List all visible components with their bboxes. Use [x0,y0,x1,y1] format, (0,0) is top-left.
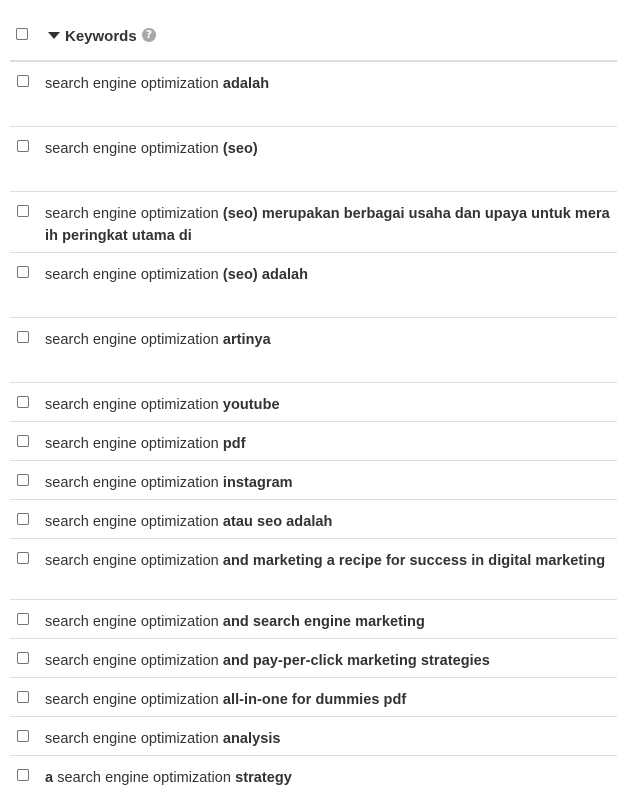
keyword-prefix: search engine optimization [53,770,236,786]
keyword-list: search engine optimization adalah search … [10,62,617,795]
keyword-row[interactable]: search engine optimization all-in-one fo… [10,678,617,717]
keyword-suffix-bold: (seo) [222,141,258,157]
keyword-suffix-bold: youtube [222,397,280,413]
keyword-prefix: search engine optimization [45,267,223,283]
keyword-checkbox[interactable] [17,331,29,343]
keyword-suffix-bold: and pay-per-click marketing strategies [222,653,490,669]
keyword-row[interactable]: search engine optimization youtube [10,383,617,422]
keyword-text: search engine optimization youtube [45,394,613,416]
keyword-prefix: search engine optimization [45,206,223,222]
keyword-checkbox[interactable] [17,769,29,781]
keyword-row[interactable]: search engine optimization (seo) merupak… [10,192,617,253]
keyword-text: search engine optimization all-in-one fo… [45,689,613,711]
keyword-checkbox[interactable] [17,205,29,217]
keyword-text: search engine optimization instagram [45,472,613,494]
keyword-row[interactable]: search engine optimization (seo) adalah [10,253,617,318]
keyword-prefix: search engine optimization [45,614,223,630]
keyword-row[interactable]: search engine optimization and marketing… [10,539,617,600]
keyword-text: search engine optimization adalah [45,73,613,95]
keyword-lead-bold: a [45,770,54,786]
keyword-row[interactable]: search engine optimization adalah [10,62,617,127]
keyword-prefix: search engine optimization [45,397,223,413]
keyword-prefix: search engine optimization [45,731,223,747]
keyword-checkbox[interactable] [17,691,29,703]
keywords-table: Keywords ? search engine optimization ad… [10,0,617,795]
keyword-row[interactable]: a search engine optimization strategy [10,756,617,795]
keyword-row[interactable]: search engine optimization (seo) [10,127,617,192]
keyword-checkbox[interactable] [17,474,29,486]
keyword-suffix-bold: instagram [222,475,293,491]
keyword-text: search engine optimization atau seo adal… [45,511,613,533]
keyword-text: search engine optimization and marketing… [45,550,613,572]
keyword-row[interactable]: search engine optimization and pay-per-c… [10,639,617,678]
keyword-text: search engine optimization (seo) adalah [45,264,613,286]
keyword-prefix: search engine optimization [45,141,223,157]
keyword-prefix: search engine optimization [45,692,223,708]
keyword-row[interactable]: search engine optimization artinya [10,318,617,383]
keyword-suffix-bold: pdf [222,436,246,452]
keyword-prefix: search engine optimization [45,553,223,569]
keyword-suffix-bold: analysis [222,731,281,747]
keyword-suffix-bold: adalah [222,76,270,92]
keyword-text: search engine optimization artinya [45,329,613,351]
keyword-checkbox[interactable] [17,435,29,447]
keyword-prefix: search engine optimization [45,475,223,491]
keyword-suffix-bold: (seo) adalah [222,267,309,283]
sort-caret-down-icon[interactable] [48,32,60,39]
keyword-prefix: search engine optimization [45,332,223,348]
keyword-row[interactable]: search engine optimization instagram [10,461,617,500]
keyword-checkbox[interactable] [17,730,29,742]
table-header: Keywords ? [10,0,617,62]
keyword-text: search engine optimization pdf [45,433,613,455]
help-icon[interactable]: ? [142,28,156,42]
keyword-checkbox[interactable] [17,75,29,87]
keyword-text: search engine optimization and search en… [45,611,613,633]
keyword-suffix-bold: all-in-one for dummies pdf [222,692,407,708]
keywords-column-title[interactable]: Keywords [65,28,137,46]
keyword-checkbox[interactable] [17,652,29,664]
keyword-suffix-bold: strategy [235,770,292,786]
keyword-row[interactable]: search engine optimization analysis [10,717,617,756]
keyword-checkbox[interactable] [17,396,29,408]
keyword-text: search engine optimization analysis [45,728,613,750]
keyword-suffix-bold: and search engine marketing [222,614,425,630]
keyword-suffix-bold: artinya [222,332,271,348]
keyword-suffix-bold: and marketing a recipe for success in di… [222,553,606,569]
keyword-row[interactable]: search engine optimization and search en… [10,600,617,639]
keyword-row[interactable]: search engine optimization pdf [10,422,617,461]
keyword-text: search engine optimization (seo) [45,138,613,160]
keyword-checkbox[interactable] [17,140,29,152]
keyword-text: search engine optimization and pay-per-c… [45,650,613,672]
keyword-prefix: search engine optimization [45,436,223,452]
keyword-suffix-bold: atau seo adalah [222,514,333,530]
keyword-prefix: search engine optimization [45,653,223,669]
keyword-checkbox[interactable] [17,613,29,625]
select-all-checkbox[interactable] [16,28,28,40]
keyword-checkbox[interactable] [17,552,29,564]
keyword-checkbox[interactable] [17,266,29,278]
keyword-text: search engine optimization (seo) merupak… [45,203,613,247]
keyword-prefix: search engine optimization [45,76,223,92]
keyword-prefix: search engine optimization [45,514,223,530]
keyword-checkbox[interactable] [17,513,29,525]
keyword-text: a search engine optimization strategy [45,767,613,789]
keyword-row[interactable]: search engine optimization atau seo adal… [10,500,617,539]
